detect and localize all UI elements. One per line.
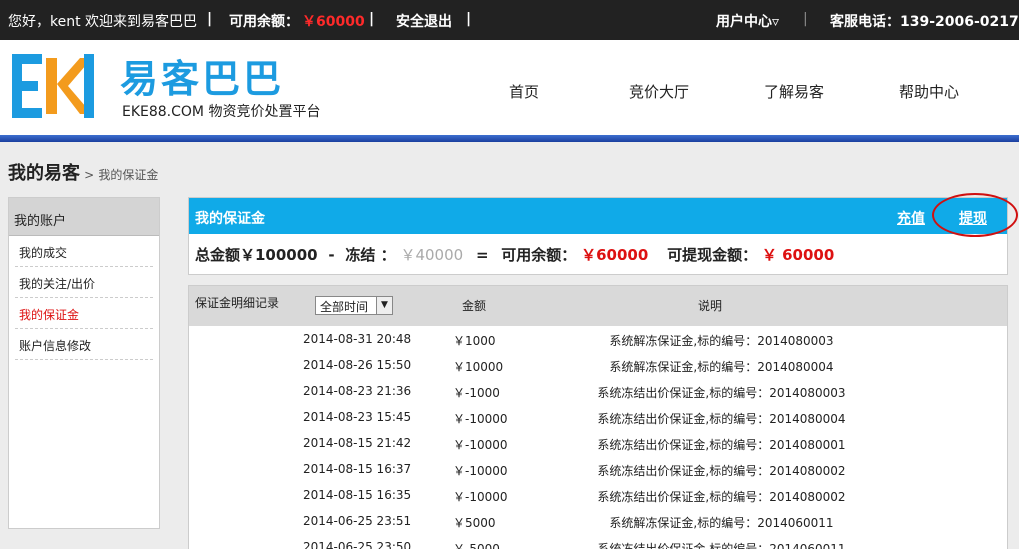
account-sidebar: 我的账户 我的成交 我的关注/出价 我的保证金 账户信息修改 (8, 197, 160, 529)
record-description: 系统冻结出价保证金,标的编号：2014080001 (597, 438, 846, 452)
equals-sign: = (475, 246, 489, 264)
table-row: 2014-08-23 21:36 ￥-1000 系统冻结出价保证金,标的编号：201… (189, 378, 1007, 404)
nav-help[interactable]: 帮助中心 (899, 81, 959, 102)
separator: | (369, 11, 375, 27)
record-description: 系统解冻保证金,标的编号：2014080004 (609, 360, 834, 374)
time-filter-value: 全部时间 (320, 300, 369, 314)
balance-value: ￥60000 (302, 14, 365, 30)
breadcrumb: 我的易客 > 我的保证金 (8, 159, 158, 185)
record-description: 系统冻结出价保证金,标的编号：2014080003 (597, 386, 846, 400)
available-value: ￥60000 (581, 246, 649, 264)
records-title: 保证金明细记录 (195, 296, 280, 310)
withdrawable-label: 可提现金额： (667, 246, 758, 264)
separator: | (207, 11, 213, 27)
time-filter-select[interactable]: 全部时间 ▼ (315, 296, 393, 315)
separator: | (466, 11, 472, 27)
records-header: 保证金明细记录 全部时间 ▼ 金额 说明 (189, 286, 1007, 326)
top-bar: 您好，kent 欢迎来到易客巴巴 | 可用余额： ￥60000 | 安全退出 |… (0, 0, 1019, 40)
record-description: 系统冻结出价保证金,标的编号：2014080004 (597, 412, 846, 426)
logo-icon[interactable] (10, 52, 96, 120)
table-row: 2014-06-25 23:50 ￥-5000 系统冻结出价保证金,标的编号：201… (189, 534, 1007, 549)
sidebar-head: 我的账户 (9, 198, 159, 236)
balance-summary: 总金额￥100000 - 冻结 ： ￥40000 = 可用余额： ￥60000 … (195, 244, 834, 265)
panel-title: 我的保证金 (195, 211, 265, 227)
brand-name: 易客巴巴 (120, 57, 285, 101)
greeting-text: 您好，kent 欢迎来到易客巴巴 (8, 14, 198, 30)
frozen-label: 冻结 ： (345, 246, 396, 264)
col-description: 说明 (698, 299, 723, 313)
table-row: 2014-08-23 15:45 ￥-10000 系统冻结出价保证金,标的编号：20… (189, 404, 1007, 430)
nav-home[interactable]: 首页 (509, 81, 539, 102)
table-row: 2014-08-15 21:42 ￥-10000 系统冻结出价保证金,标的编号：20… (189, 430, 1007, 456)
recharge-link[interactable]: 充值 (897, 208, 925, 228)
table-row: 2014-06-25 23:51 ￥5000 系统解冻保证金,标的编号：201406… (189, 508, 1007, 534)
site-header: 易客巴巴 EKE88.COM 物资竞价处置平台 首页 竞价大厅 了解易客 帮助中… (0, 40, 1019, 136)
nav-about[interactable]: 了解易客 (764, 81, 824, 102)
hotline-text: 客服电话：139-2006-0217 (830, 14, 1019, 30)
withdrawable-value: ￥ 60000 (761, 246, 835, 264)
record-description: 系统解冻保证金,标的编号：2014080003 (609, 334, 834, 348)
table-row: 2014-08-26 15:50 ￥10000 系统解冻保证金,标的编号：20140… (189, 352, 1007, 378)
deposit-summary-panel: 我的保证金 充值 提现 总金额￥100000 - 冻结 ： ￥40000 = 可… (188, 193, 1018, 275)
record-description: 系统冻结出价保证金,标的编号：2014080002 (597, 490, 846, 504)
brand-subtitle: EKE88.COM 物资竞价处置平台 (122, 104, 321, 120)
sidebar-item-watch-bids[interactable]: 我的关注/出价 (15, 267, 153, 298)
total-amount: 总金额￥100000 (195, 246, 318, 264)
record-description: 系统冻结出价保证金,标的编号：2014060011 (597, 542, 846, 549)
breadcrumb-root[interactable]: 我的易客 (8, 163, 80, 184)
breadcrumb-arrow: > (84, 168, 95, 182)
header-stripe (0, 135, 1019, 142)
sidebar-item-deposit[interactable]: 我的保证金 (15, 298, 153, 329)
breadcrumb-current: 我的保证金 (98, 168, 159, 182)
deposit-records: 保证金明细记录 全部时间 ▼ 金额 说明 2014-08-31 20:48 ￥10… (188, 285, 1008, 549)
nav-bidding-hall[interactable]: 竞价大厅 (629, 81, 689, 102)
balance-label: 可用余额： (229, 14, 299, 30)
table-row: 2014-08-31 20:48 ￥1000 系统解冻保证金,标的编号：201408… (189, 326, 1007, 352)
logout-link[interactable]: 安全退出 (396, 11, 452, 31)
table-row: 2014-08-15 16:35 ￥-10000 系统冻结出价保证金,标的编号：20… (189, 482, 1007, 508)
minus-sign: - (328, 246, 335, 264)
panel-title-bar: 我的保证金 充值 提现 (189, 193, 1018, 237)
highlight-circle (932, 193, 1018, 237)
chevron-down-icon[interactable]: ▼ (376, 297, 392, 314)
separator: | (803, 11, 808, 27)
user-center-menu[interactable]: 用户中心▿ (716, 11, 779, 31)
frozen-value: ￥40000 (400, 246, 464, 264)
col-amount: 金额 (462, 299, 487, 313)
available-label: 可用余额： (501, 246, 577, 264)
table-row: 2014-08-15 16:37 ￥-10000 系统冻结出价保证金,标的编号：20… (189, 456, 1007, 482)
sidebar-item-deals[interactable]: 我的成交 (15, 236, 153, 267)
sidebar-item-account-edit[interactable]: 账户信息修改 (15, 329, 153, 360)
record-description: 系统解冻保证金,标的编号：2014060011 (609, 516, 834, 530)
record-description: 系统冻结出价保证金,标的编号：2014080002 (597, 464, 846, 478)
